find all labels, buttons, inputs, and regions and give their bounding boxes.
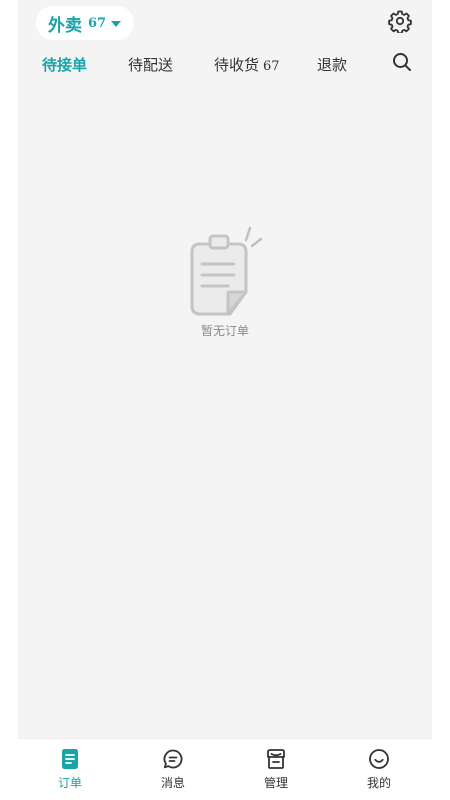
tab-label: 待收货 <box>214 56 260 74</box>
empty-message: 暂无订单 <box>200 324 249 338</box>
nav-item-profile[interactable]: 我的 <box>349 747 409 797</box>
tab-label: 退款 <box>317 56 348 74</box>
tab-pending-accept[interactable]: 待接单 <box>42 54 87 75</box>
tab-pending-delivery[interactable]: 待配送 <box>128 54 173 75</box>
gear-icon <box>388 9 412 37</box>
top-bar: 外卖 67 待接单 待配送 待收货 67 退款 <box>18 0 432 84</box>
message-icon <box>161 747 185 771</box>
tab-refund[interactable]: 退款 <box>317 54 347 75</box>
order-tabs: 待接单 待配送 待收货 67 退款 <box>18 48 432 82</box>
nav-label: 订单 <box>57 776 82 790</box>
app-screen: 外卖 67 待接单 待配送 待收货 67 退款 暂无订单 订单 消息 管理 我的 <box>18 0 432 800</box>
search-icon <box>392 52 412 76</box>
nav-item-orders[interactable]: 订单 <box>40 747 100 797</box>
nav-item-manage[interactable]: 管理 <box>246 747 306 797</box>
nav-item-messages[interactable]: 消息 <box>143 747 203 797</box>
store-icon <box>264 747 288 771</box>
order-icon <box>58 747 82 771</box>
settings-button[interactable] <box>386 9 414 37</box>
clipboard-icon <box>184 220 264 322</box>
caret-down-icon <box>111 21 122 27</box>
bottom-navigation: 订单 消息 管理 我的 <box>18 738 432 800</box>
empty-state: 暂无订单 <box>18 215 432 345</box>
nav-label: 我的 <box>366 776 391 790</box>
tab-pending-receipt[interactable]: 待收货 67 <box>214 54 280 75</box>
tab-count: 67 <box>263 59 280 74</box>
search-button[interactable] <box>390 52 414 76</box>
nav-label: 管理 <box>263 776 288 790</box>
nav-label: 消息 <box>160 776 185 790</box>
tab-label: 待接单 <box>42 56 88 74</box>
profile-icon <box>367 747 391 771</box>
store-count: 67 <box>88 15 107 31</box>
store-switcher[interactable]: 外卖 67 <box>36 6 134 40</box>
tab-label: 待配送 <box>128 56 174 74</box>
store-name: 外卖 <box>48 15 82 36</box>
